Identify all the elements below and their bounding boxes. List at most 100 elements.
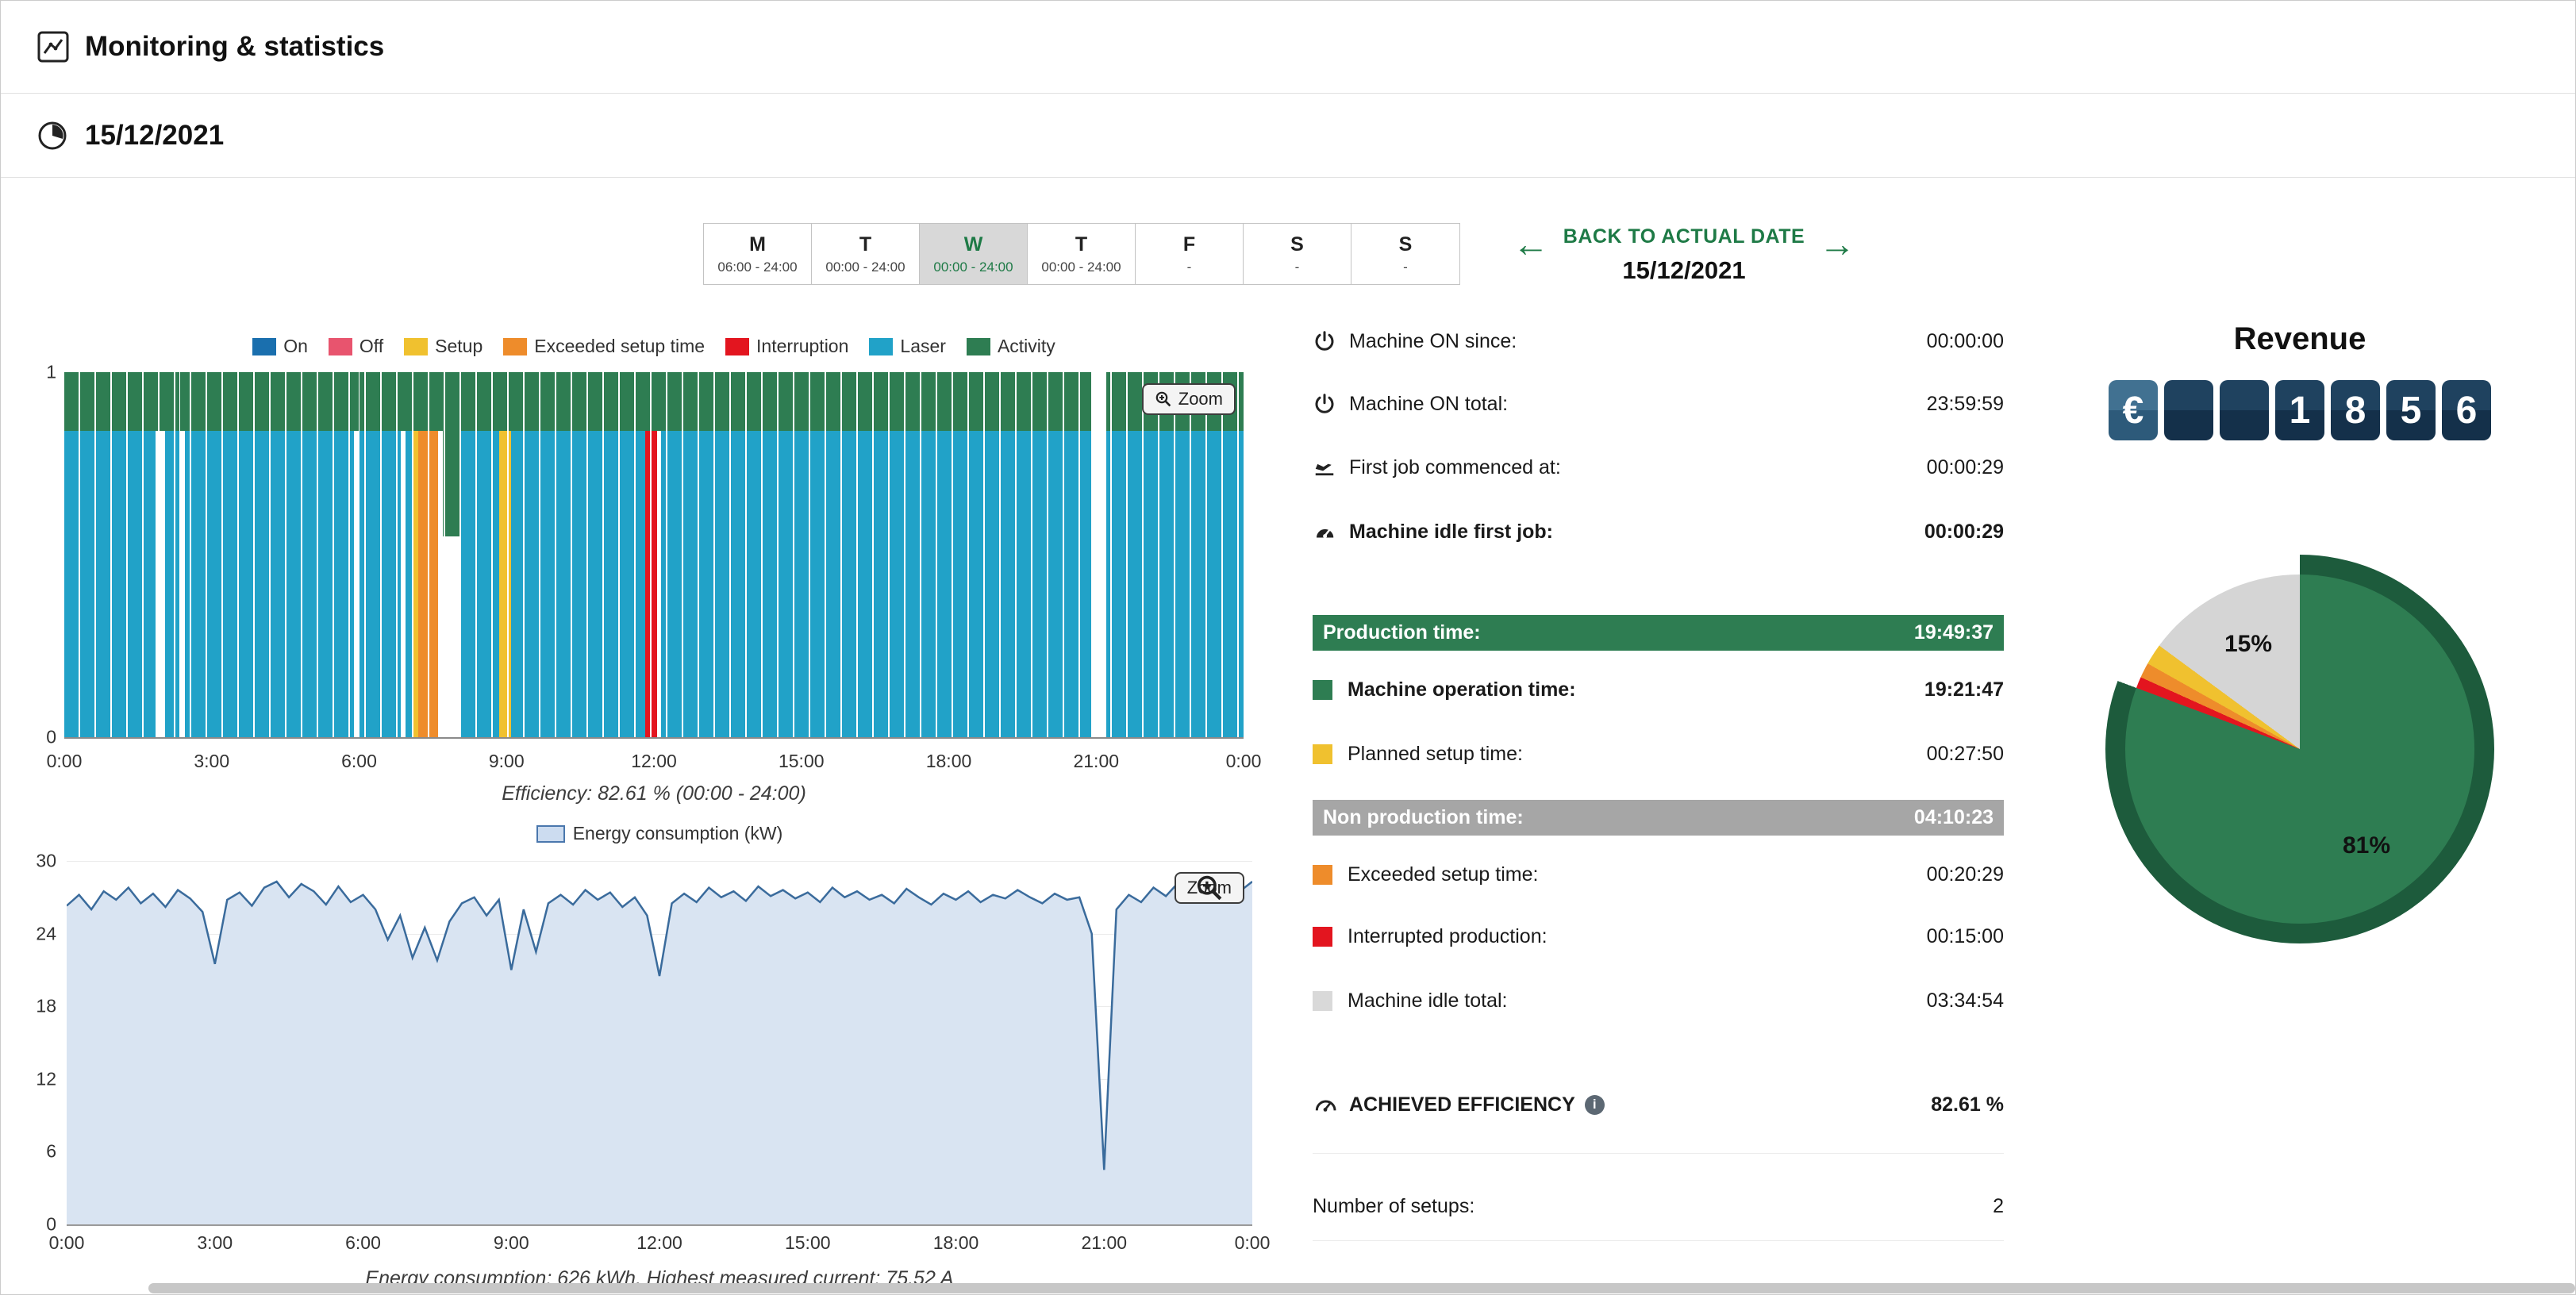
x-tick-label: 0:00 bbox=[1226, 751, 1262, 772]
legend-swatch bbox=[503, 338, 527, 355]
x-tick-label: 15:00 bbox=[779, 751, 825, 772]
machine-chart-legend: OnOffSetupExceeded setup timeInterruptio… bbox=[64, 336, 1244, 357]
gauge-icon bbox=[1313, 520, 1349, 544]
stat-label: Number of setups: bbox=[1313, 1195, 1474, 1218]
y-tick-label: 24 bbox=[36, 923, 56, 944]
gray-swatch-icon bbox=[1313, 991, 1332, 1011]
day-tab-T[interactable]: T 00:00 - 24:00 bbox=[1028, 224, 1136, 284]
non-production-time-bar: Non production time: 04:10:23 bbox=[1313, 800, 2004, 836]
stat-value: 00:20:29 bbox=[1927, 863, 2004, 886]
day-tab-range: 00:00 - 24:00 bbox=[825, 259, 905, 275]
power-icon bbox=[1313, 392, 1349, 416]
stat-label: Machine operation time: bbox=[1348, 678, 1576, 701]
power-icon bbox=[1313, 329, 1349, 353]
day-tab-F[interactable]: F- bbox=[1136, 224, 1244, 284]
x-tick-label: 0:00 bbox=[1235, 1232, 1271, 1254]
day-tab-W[interactable]: W00:00 - 24:00 bbox=[920, 224, 1028, 284]
y-tick-label: 6 bbox=[46, 1141, 56, 1162]
day-tab-S[interactable]: S- bbox=[1244, 224, 1351, 284]
legend-item-activity: Activity bbox=[967, 336, 1055, 357]
efficiency-caption: Efficiency: 82.61 % (00:00 - 24:00) bbox=[64, 782, 1244, 805]
production-time-bar: Production time: 19:49:37 bbox=[1313, 615, 2004, 651]
horizontal-scrollbar[interactable] bbox=[148, 1283, 2575, 1293]
timeline-segment-run bbox=[661, 372, 1091, 737]
day-tab-range: 00:00 - 24:00 bbox=[1041, 259, 1121, 275]
legend-item-setup: Setup bbox=[404, 336, 483, 357]
timeline-segment-interrupt bbox=[645, 372, 657, 737]
stat-row-idle-total: Machine idle total: 03:34:54 bbox=[1313, 983, 2004, 1018]
legend-label: Off bbox=[359, 336, 383, 357]
stat-value: 00:00:00 bbox=[1927, 330, 2004, 353]
stat-label: ACHIEVED EFFICIENCY bbox=[1349, 1093, 1575, 1116]
back-to-actual-date-button[interactable]: BACK TO ACTUAL DATE bbox=[1563, 225, 1805, 248]
legend-swatch bbox=[252, 338, 276, 355]
stat-value: 19:21:47 bbox=[1924, 678, 2004, 701]
day-tab-letter: F bbox=[1183, 233, 1195, 256]
x-tick-label: 3:00 bbox=[197, 1232, 233, 1254]
day-tab-range: - bbox=[1187, 259, 1192, 275]
timeline-segment-greendeep bbox=[443, 372, 460, 737]
divider bbox=[1313, 1240, 2004, 1241]
x-tick-label: 0:00 bbox=[47, 751, 83, 772]
stat-row-interrupted: Interrupted production: 00:15:00 bbox=[1313, 919, 2004, 954]
legend-label: Laser bbox=[900, 336, 946, 357]
timeline-segment-gap bbox=[1091, 372, 1106, 737]
timeline-segment-setup bbox=[412, 372, 417, 737]
timeline-segment-idle bbox=[156, 372, 165, 737]
stat-label: Machine idle total: bbox=[1348, 990, 1508, 1013]
page-title: Monitoring & statistics bbox=[85, 31, 384, 63]
timeline-segment-run bbox=[406, 372, 412, 737]
monitoring-page: Monitoring & statistics 15/12/2021 M06:0… bbox=[0, 0, 2576, 1295]
day-tab-S[interactable]: S- bbox=[1351, 224, 1459, 284]
timeline-segment-run bbox=[511, 372, 644, 737]
next-day-arrow-icon[interactable]: → bbox=[1819, 225, 1855, 262]
date-navigation: ← BACK TO ACTUAL DATE 15/12/2021 → bbox=[1513, 225, 1855, 285]
stat-row-number-of-setups: Number of setups: 2 bbox=[1313, 1189, 2004, 1224]
pie-clock-icon bbox=[36, 118, 71, 153]
machine-chart-zoom-button[interactable]: Zoom bbox=[1142, 383, 1236, 415]
legend-label: Exceeded setup time bbox=[534, 336, 705, 357]
timeline-segment-run bbox=[1106, 372, 1244, 737]
energy-chart-y-axis: 3024181260 bbox=[15, 861, 56, 1224]
yellow-swatch-icon bbox=[1313, 744, 1332, 764]
previous-day-arrow-icon[interactable]: ← bbox=[1513, 225, 1549, 262]
timeline-segment-run bbox=[64, 372, 156, 737]
stat-value: 00:00:29 bbox=[1924, 521, 2004, 544]
machine-chart-y-axis: 10 bbox=[15, 372, 56, 737]
revenue-counter: €1856 bbox=[2105, 380, 2494, 440]
digit-tile: 8 bbox=[2331, 380, 2380, 440]
red-swatch-icon bbox=[1313, 927, 1332, 947]
orange-swatch-icon bbox=[1313, 865, 1332, 885]
info-icon[interactable]: i bbox=[1585, 1095, 1605, 1115]
day-tab-letter: T bbox=[1075, 233, 1087, 256]
day-tab-letter: S bbox=[1290, 233, 1304, 256]
day-tab-T[interactable]: T00:00 - 24:00 bbox=[812, 224, 920, 284]
speedometer-icon bbox=[1313, 1092, 1349, 1117]
timeline-segment-run bbox=[459, 372, 499, 737]
blank-digit-tile bbox=[2220, 380, 2269, 440]
timeline-segment-run bbox=[185, 372, 355, 737]
x-tick-label: 21:00 bbox=[1081, 1232, 1127, 1254]
stat-row-planned-setup: Planned setup time: 00:27:50 bbox=[1313, 736, 2004, 771]
day-tab-range: 06:00 - 24:00 bbox=[717, 259, 797, 275]
stat-label: Machine ON since: bbox=[1349, 330, 1517, 353]
date-header: 15/12/2021 bbox=[1, 94, 2575, 178]
energy-chart-zoom-button[interactable]: Zoom bbox=[1175, 872, 1244, 904]
timeline-segment-run bbox=[359, 372, 402, 737]
takeoff-icon bbox=[1313, 455, 1349, 479]
stat-label: Production time: bbox=[1323, 621, 1481, 644]
energy-chart-legend: Energy consumption (kW) bbox=[67, 823, 1252, 844]
selected-date: 15/12/2021 bbox=[1622, 256, 1745, 285]
legend-label: Setup bbox=[435, 336, 483, 357]
x-tick-label: 21:00 bbox=[1073, 751, 1119, 772]
x-tick-label: 3:00 bbox=[194, 751, 229, 772]
stat-row-machine-on-since: Machine ON since: 00:00:00 bbox=[1313, 324, 2004, 359]
line-chart-icon bbox=[36, 29, 71, 64]
legend-item-laser: Laser bbox=[869, 336, 946, 357]
stat-row-achieved-efficiency: ACHIEVED EFFICIENCY i 82.61 % bbox=[1313, 1087, 2004, 1122]
blank-digit-tile bbox=[2164, 380, 2213, 440]
day-tab-range: - bbox=[1403, 259, 1408, 275]
energy-area-plot bbox=[67, 861, 1252, 1224]
day-tab-M[interactable]: M06:00 - 24:00 bbox=[704, 224, 812, 284]
magnifier-plus-icon bbox=[1176, 874, 1243, 902]
